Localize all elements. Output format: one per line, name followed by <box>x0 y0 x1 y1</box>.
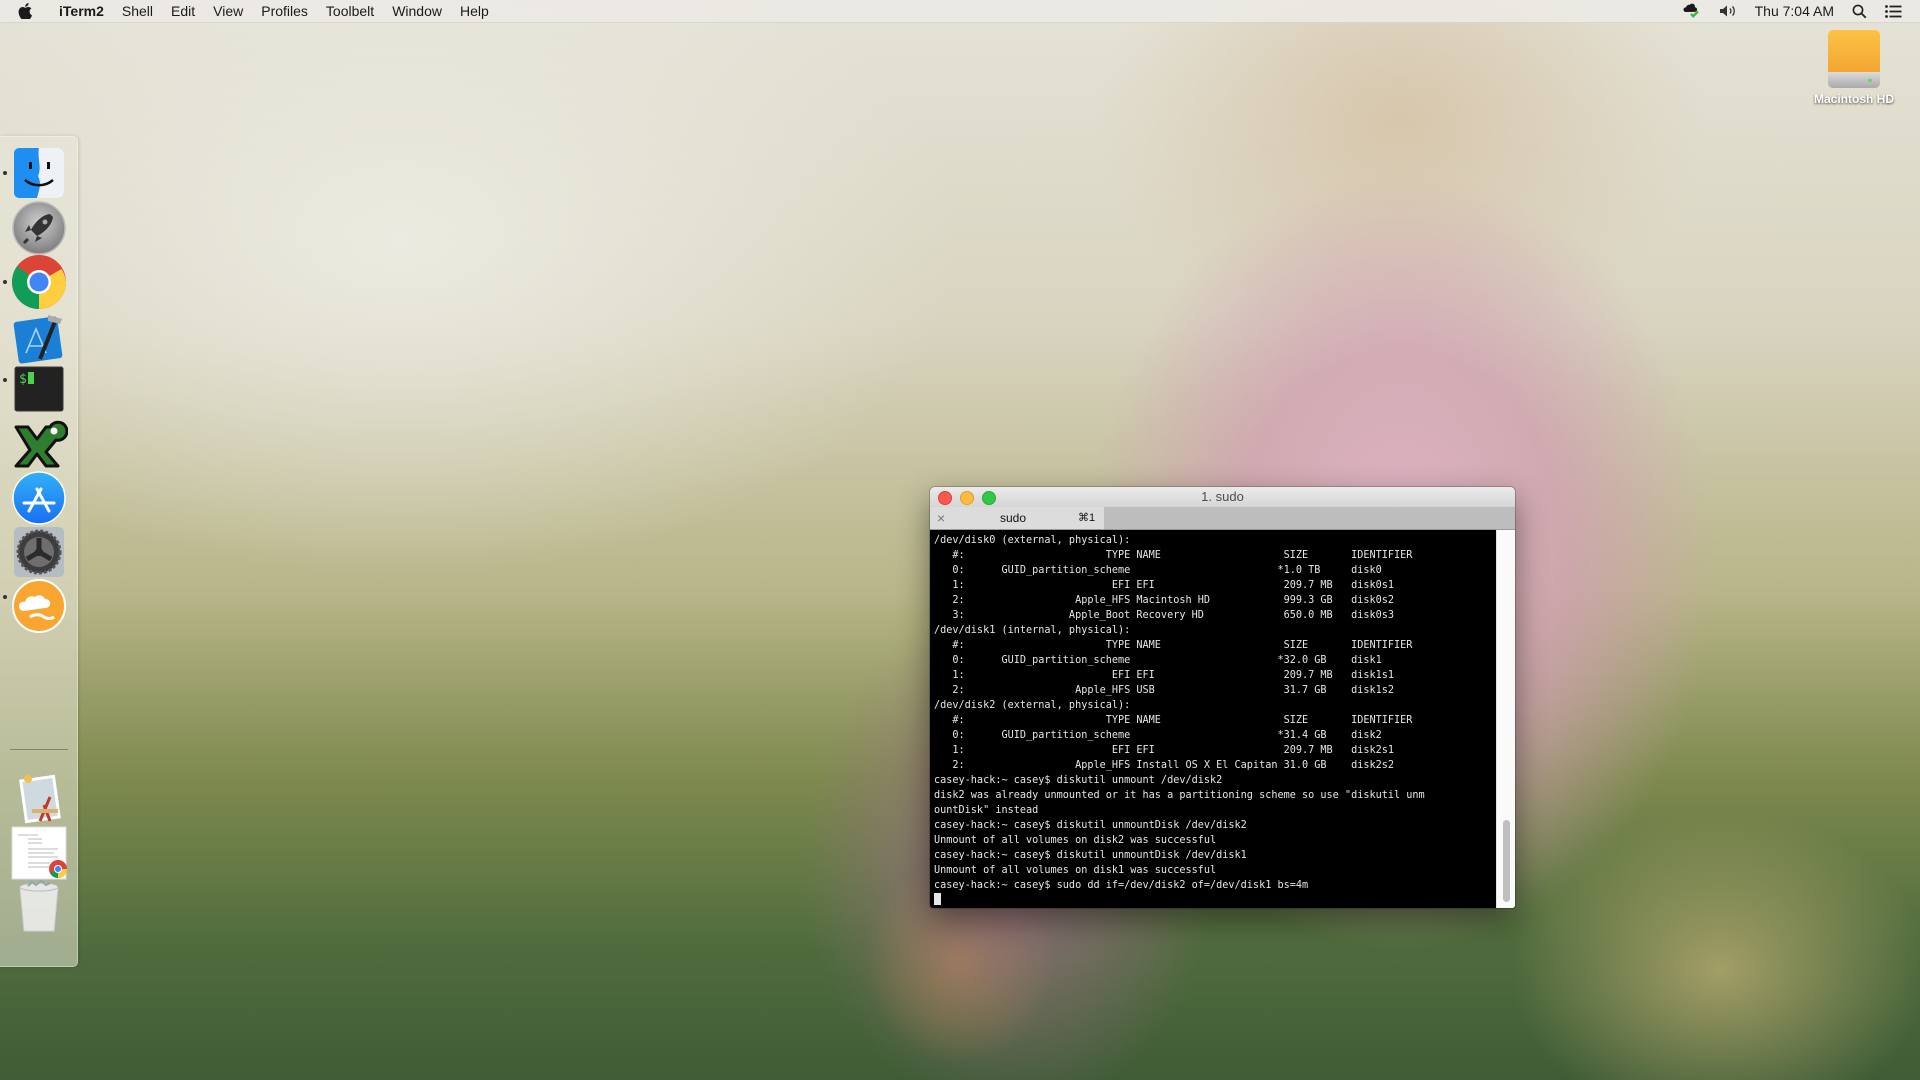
terminal-line: 0: GUID_partition_scheme *31.4 GB disk2 <box>952 730 1382 741</box>
tab-label: sudo <box>1000 511 1027 525</box>
close-button[interactable] <box>938 491 952 505</box>
terminal-line: casey-hack:~ casey$ sudo dd if=/dev/disk… <box>934 880 1309 891</box>
menu-profiles[interactable]: Profiles <box>252 3 317 19</box>
menu-toolbelt[interactable]: Toolbelt <box>317 3 383 19</box>
terminal-line: #: TYPE NAME SIZE IDENTIFIER <box>952 640 1413 651</box>
x11-icon <box>14 420 69 468</box>
dock-item-chrome[interactable] <box>10 253 68 311</box>
terminal-line: /dev/disk2 (external, physical): <box>934 700 1131 711</box>
terminal-line: 2: Apple_HFS Install OS X El Capitan 31.… <box>952 760 1395 771</box>
terminal-output[interactable]: /dev/disk0 (external, physical): #: TYPE… <box>930 530 1497 908</box>
chrome-icon <box>11 255 66 309</box>
desktop-icon-label: Macintosh HD <box>1813 92 1894 106</box>
terminal-line: 1: EFI EFI 209.7 MB disk2s1 <box>952 745 1395 756</box>
scrollbar[interactable] <box>1496 530 1515 908</box>
terminal-line: Unmount of all volumes on disk1 was succ… <box>934 865 1217 876</box>
menu-shell[interactable]: Shell <box>113 3 162 19</box>
menu-window[interactable]: Window <box>383 3 451 19</box>
clock[interactable]: Thu 7:04 AM <box>1755 3 1834 19</box>
notification-center-icon[interactable] <box>1885 4 1902 18</box>
menu-view[interactable]: View <box>204 3 252 19</box>
tab-bar: × sudo ⌘1 <box>930 507 1515 530</box>
menu-edit[interactable]: Edit <box>162 3 204 19</box>
tab-shortcut: ⌘1 <box>1078 512 1096 524</box>
terminal-line: casey-hack:~ casey$ diskutil unmount /de… <box>934 775 1223 786</box>
iterm-window: 1. sudo × sudo ⌘1 /dev/disk0 (external, … <box>930 487 1515 908</box>
spotlight-search-icon[interactable] <box>1852 4 1867 19</box>
cloud-sync-icon[interactable] <box>1683 3 1701 19</box>
launchpad-rocket-icon <box>12 201 66 255</box>
gear-icon <box>14 527 64 577</box>
hard-drive-icon <box>1828 30 1880 88</box>
menu-bar: iTerm2 Shell Edit View Profiles Toolbelt… <box>0 0 1920 23</box>
apple-menu[interactable] <box>18 3 36 19</box>
terminal-line: /dev/disk1 (internal, physical): <box>934 625 1131 636</box>
dock-item-trash[interactable] <box>10 877 68 935</box>
xcode-icon <box>13 315 63 364</box>
menu-help[interactable]: Help <box>451 3 498 19</box>
window-controls <box>938 491 1004 505</box>
trash-icon <box>19 879 59 932</box>
chrome-document-icon <box>11 826 67 880</box>
dock-item-xquartz[interactable] <box>10 415 69 473</box>
terminal-line: #: TYPE NAME SIZE IDENTIFIER <box>952 715 1413 726</box>
terminal-line: 2: Apple_HFS USB 31.7 GB disk1s2 <box>952 685 1395 696</box>
terminal-line: casey-hack:~ casey$ diskutil unmountDisk… <box>934 850 1247 861</box>
terminal-line: Unmount of all volumes on disk2 was succ… <box>934 835 1217 846</box>
terminal-line: 3: Apple_Boot Recovery HD 650.0 MB disk0… <box>952 610 1395 621</box>
terminal-line: 1: EFI EFI 209.7 MB disk0s1 <box>952 580 1395 591</box>
app-store-icon <box>12 471 66 525</box>
running-indicator <box>3 171 7 175</box>
terminal-line: disk2 was already unmounted or it has a … <box>934 790 1425 801</box>
dock-item-launchpad[interactable] <box>10 199 68 257</box>
terminal-line: 1: EFI EFI 209.7 MB disk1s1 <box>952 670 1395 681</box>
window-title: 1. sudo <box>1201 489 1244 504</box>
terminal-cursor <box>934 893 941 905</box>
desktop-icon-macintosh-hd[interactable]: Macintosh HD <box>1806 30 1902 106</box>
cloud-app-icon <box>12 579 66 633</box>
dock-item-finder[interactable] <box>10 144 68 202</box>
tab-sudo[interactable]: × sudo ⌘1 <box>930 507 1104 529</box>
applications-folder-icon <box>19 774 61 824</box>
svg-text:$: $ <box>19 372 27 387</box>
zoom-button[interactable] <box>982 491 996 505</box>
dock-item-applications[interactable] <box>10 769 68 827</box>
terminal-line: casey-hack:~ casey$ diskutil unmountDisk… <box>934 820 1247 831</box>
window-titlebar[interactable]: 1. sudo <box>930 487 1515 507</box>
running-indicator <box>3 595 7 599</box>
status-area: Thu 7:04 AM <box>1683 0 1920 22</box>
terminal-line: 0: GUID_partition_scheme *32.0 GB disk1 <box>952 655 1382 666</box>
volume-icon[interactable] <box>1719 4 1737 18</box>
scrollbar-thumb[interactable] <box>1503 820 1510 902</box>
minimize-button[interactable] <box>960 491 974 505</box>
terminal-line: /dev/disk0 (external, physical): <box>934 535 1131 546</box>
dock-item-document[interactable] <box>10 823 68 881</box>
terminal-line: 0: GUID_partition_scheme *1.0 TB disk0 <box>952 565 1382 576</box>
finder-icon <box>14 148 64 198</box>
close-tab-icon[interactable]: × <box>937 510 945 526</box>
apple-logo-icon <box>18 3 32 19</box>
running-indicator <box>3 378 7 382</box>
running-indicator <box>3 280 7 284</box>
terminal-line: 2: Apple_HFS Macintosh HD 999.3 GB disk0… <box>952 595 1395 606</box>
terminal-text: /dev/disk0 (external, physical): #: TYPE… <box>934 530 1497 908</box>
terminal-line: #: TYPE NAME SIZE IDENTIFIER <box>952 550 1413 561</box>
dock-separator <box>10 749 68 750</box>
menu-app-name[interactable]: iTerm2 <box>50 3 113 19</box>
terminal-line: ountDisk" instead <box>934 805 1039 816</box>
terminal-icon: $ <box>14 366 64 412</box>
dock-item-xcode[interactable] <box>10 307 68 365</box>
dock-item-cloud-app[interactable] <box>10 577 68 635</box>
dock-item-iterm2[interactable]: $ <box>10 361 68 419</box>
dock-item-system-preferences[interactable] <box>10 523 68 581</box>
dock-item-app-store[interactable] <box>10 469 68 527</box>
dock: $ <box>0 136 78 967</box>
